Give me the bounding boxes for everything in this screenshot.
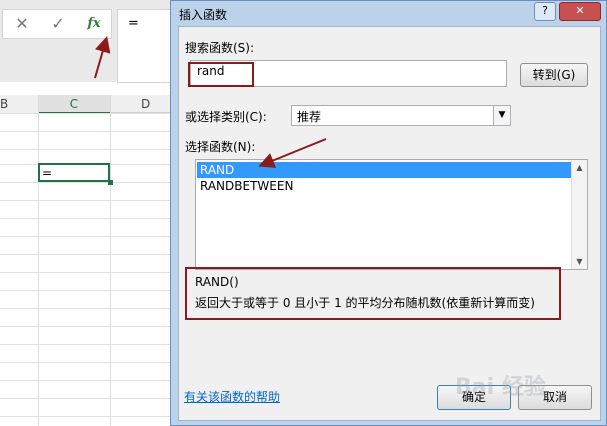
annotation-arrows (94, 36, 327, 168)
arrow-to-fx-icon (94, 36, 111, 79)
arrow-to-rand-item (258, 138, 327, 168)
